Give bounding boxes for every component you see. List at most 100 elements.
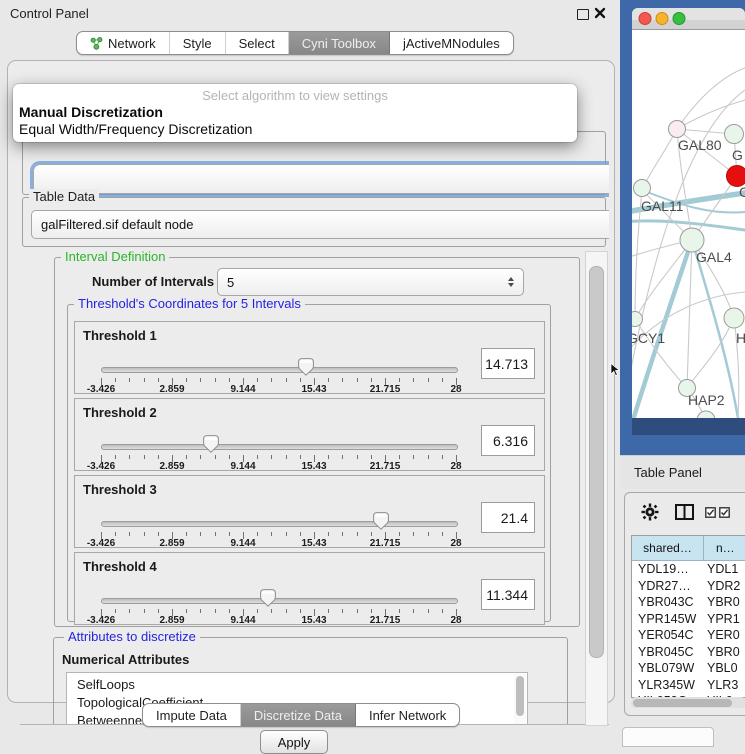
threshold-slider-track[interactable] bbox=[101, 521, 458, 527]
bottom-corner-panel bbox=[622, 727, 714, 747]
tab-network[interactable]: Network bbox=[77, 32, 170, 54]
slider-tick bbox=[428, 455, 429, 459]
slider-tick bbox=[257, 378, 258, 382]
network-nodes-icon bbox=[90, 37, 103, 50]
table-row[interactable]: YBR043CYBR0 bbox=[632, 594, 745, 611]
dropdown-option-equal-width-frequency-discretization[interactable]: Equal Width/Frequency Discretization bbox=[13, 121, 577, 138]
group-title: Attributes to discretize bbox=[64, 629, 200, 644]
slider-tick bbox=[200, 455, 201, 459]
mac-zoom-icon[interactable] bbox=[673, 13, 685, 25]
slider-tick bbox=[371, 455, 372, 459]
slider-tick bbox=[328, 609, 329, 613]
slider-tick bbox=[200, 532, 201, 536]
slider-tick bbox=[371, 532, 372, 536]
table-rows: YDL19…YDL1YDR27…YDR2YBR043CYBR0YPR145WYP… bbox=[632, 561, 745, 697]
cell-name: YBR0 bbox=[703, 594, 745, 611]
table-row[interactable]: YDL19…YDL1 bbox=[632, 561, 745, 578]
node-gal11[interactable] bbox=[634, 180, 651, 197]
tab-jactivemnodules[interactable]: jActiveMNodules bbox=[390, 32, 513, 54]
table-data-group: Table Data galFiltered.sif default node bbox=[22, 197, 606, 247]
table-row[interactable]: YDR27…YDR2 bbox=[632, 578, 745, 595]
slider-tick bbox=[271, 532, 272, 536]
cell-name: YDR2 bbox=[703, 578, 745, 595]
table-horizontal-scrollbar-thumb[interactable] bbox=[633, 699, 732, 707]
threshold-slider-track[interactable] bbox=[101, 598, 458, 604]
tab-select[interactable]: Select bbox=[226, 32, 289, 54]
tab-infer-network[interactable]: Infer Network bbox=[356, 704, 459, 726]
settings-scrollbar[interactable] bbox=[585, 251, 608, 726]
mac-close-icon[interactable] bbox=[639, 13, 651, 25]
checkbox-icon[interactable] bbox=[705, 507, 716, 518]
node-label-h: H bbox=[736, 330, 745, 346]
table-data-combobox[interactable]: galFiltered.sif default node bbox=[31, 210, 609, 239]
slider-tick bbox=[300, 378, 301, 382]
attributes-list-scrollbar[interactable] bbox=[514, 674, 526, 725]
threshold-value-field[interactable]: 11.344 bbox=[481, 579, 535, 610]
settings-scrollbar-thumb[interactable] bbox=[589, 266, 604, 658]
threshold-slider-thumb[interactable] bbox=[298, 358, 314, 376]
threshold-slider-thumb[interactable] bbox=[203, 435, 219, 453]
number-of-intervals-value: 5 bbox=[227, 275, 234, 290]
tab-label: Discretize Data bbox=[254, 708, 342, 723]
slider-tick-label: -3.426 bbox=[87, 384, 115, 395]
threshold-slider-thumb[interactable] bbox=[373, 512, 389, 530]
tab-impute-data[interactable]: Impute Data bbox=[143, 704, 241, 726]
slider-tick bbox=[115, 532, 116, 536]
table-row[interactable]: YBR045CYBR0 bbox=[632, 644, 745, 661]
slider-tick bbox=[144, 609, 145, 613]
dropdown-option-manual-discretization[interactable]: Manual Discretization bbox=[13, 104, 577, 121]
slider-tick bbox=[328, 378, 329, 382]
slider-tick bbox=[144, 455, 145, 459]
tab-style[interactable]: Style bbox=[170, 32, 226, 54]
mac-minimize-icon[interactable] bbox=[656, 13, 668, 25]
threshold-slider-track[interactable] bbox=[101, 444, 458, 450]
table-horizontal-scrollbar[interactable] bbox=[631, 697, 745, 708]
cell-shared-name: YER054C bbox=[632, 627, 703, 644]
column-header-name[interactable]: n… bbox=[704, 536, 745, 560]
table-row[interactable]: YER054CYER0 bbox=[632, 627, 745, 644]
number-of-intervals-combobox[interactable]: 5 bbox=[217, 268, 524, 296]
table-panel-title: Table Panel bbox=[634, 465, 702, 480]
attribute-item-selfloops[interactable]: SelfLoops bbox=[67, 676, 527, 694]
threshold-slider-thumb[interactable] bbox=[260, 589, 276, 607]
threshold-label: Threshold 4 bbox=[83, 559, 157, 574]
threshold-value-field[interactable]: 6.316 bbox=[481, 425, 535, 456]
bottom-tab-bar: Impute Data Discretize Data Infer Network bbox=[142, 703, 460, 727]
slider-tick bbox=[357, 378, 358, 382]
cell-name: YBR0 bbox=[703, 644, 745, 661]
algorithm-combobox[interactable] bbox=[33, 164, 609, 194]
close-icon[interactable] bbox=[594, 7, 606, 19]
slider-tick bbox=[399, 532, 400, 536]
slider-tick bbox=[328, 532, 329, 536]
network-view[interactable]: GAL80GCGAL11GAL4GCY1HHAP2 bbox=[620, 0, 745, 455]
split-view-icon[interactable] bbox=[675, 504, 694, 520]
node-gal80[interactable] bbox=[669, 121, 686, 138]
group-title: Threshold's Coordinates for 5 Intervals bbox=[74, 296, 305, 311]
float-window-icon[interactable] bbox=[577, 9, 589, 20]
combo-arrows-icon bbox=[508, 277, 514, 287]
slider-tick bbox=[271, 609, 272, 613]
threshold-label: Threshold 1 bbox=[83, 328, 157, 343]
gear-icon[interactable] bbox=[641, 503, 659, 521]
table-row[interactable]: YLR345WYLR3 bbox=[632, 677, 745, 694]
threshold-slider-track[interactable] bbox=[101, 367, 458, 373]
slider-tick bbox=[413, 378, 414, 382]
table-row[interactable]: YPR145WYPR1 bbox=[632, 611, 745, 628]
node-top-right[interactable] bbox=[725, 125, 744, 144]
slider-tick bbox=[342, 609, 343, 613]
threshold-value-field[interactable]: 21.4 bbox=[481, 502, 535, 533]
tab-cyni-toolbox[interactable]: Cyni Toolbox bbox=[289, 32, 390, 54]
cell-name: YDL1 bbox=[703, 561, 745, 578]
slider-tick bbox=[428, 378, 429, 382]
slider-tick bbox=[413, 455, 414, 459]
table-row[interactable]: YBL079WYBL0 bbox=[632, 660, 745, 677]
checkbox-icon[interactable] bbox=[719, 507, 730, 518]
apply-button[interactable]: Apply bbox=[260, 730, 328, 754]
column-header-shared-name[interactable]: shared… bbox=[632, 536, 704, 560]
threshold-4-box: Threshold 4-3.4262.8599.14415.4321.71528… bbox=[74, 552, 545, 625]
slider-tick bbox=[229, 378, 230, 382]
tab-discretize-data[interactable]: Discretize Data bbox=[241, 704, 356, 726]
node-h[interactable] bbox=[724, 308, 744, 328]
slider-tick bbox=[271, 455, 272, 459]
threshold-value-field[interactable]: 14.713 bbox=[481, 348, 535, 379]
